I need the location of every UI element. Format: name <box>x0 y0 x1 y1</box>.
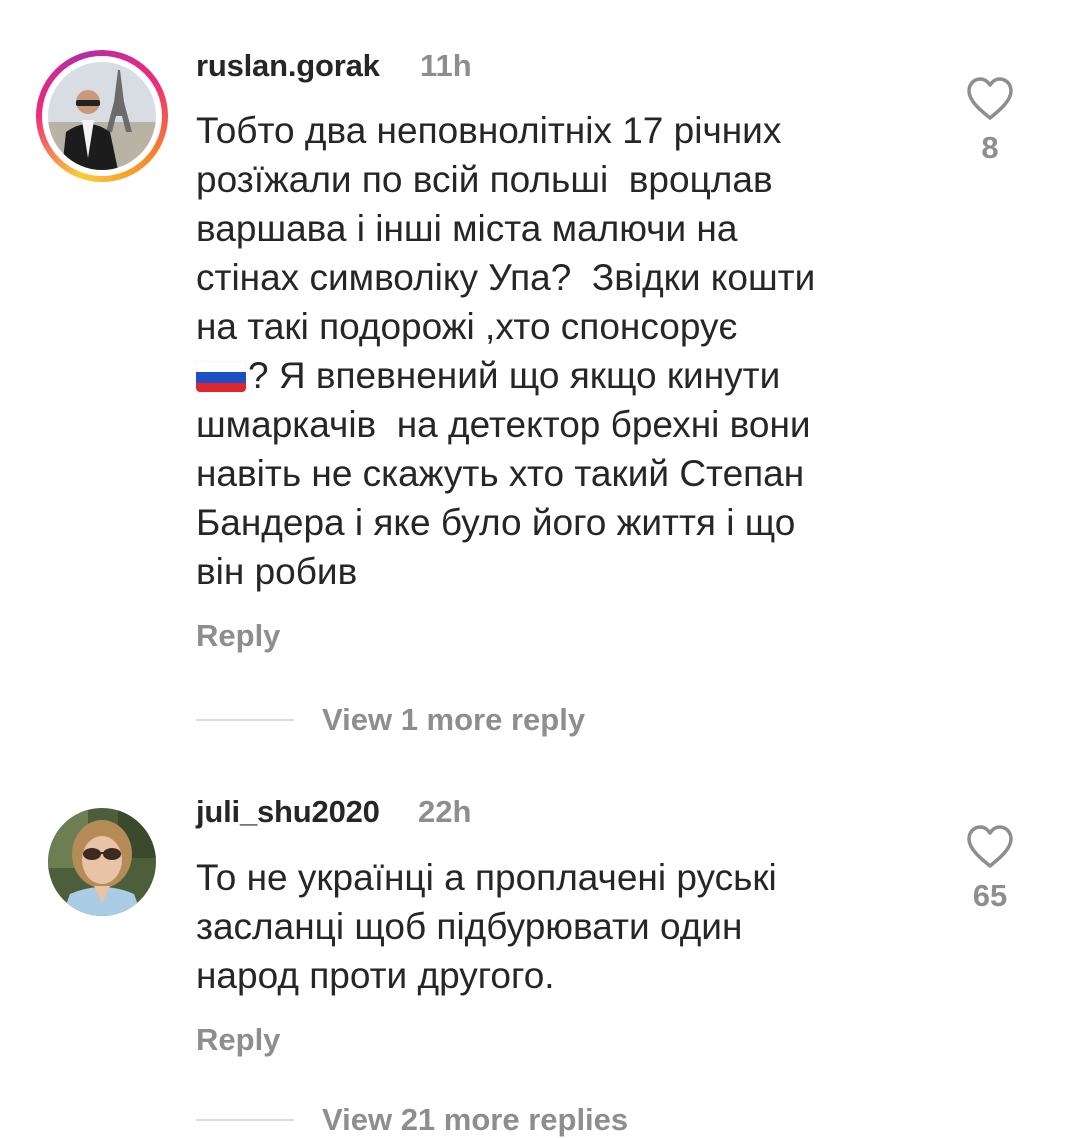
comment-text: Тобто два неповнолітніх 17 річних розїжа… <box>196 106 956 596</box>
reply-button[interactable]: Reply <box>196 1022 280 1058</box>
like-count: 65 <box>972 878 1008 913</box>
view-more-replies[interactable]: View 1 more reply <box>196 702 585 738</box>
comment-text-part: ? Я впевнений що якщо кинути шмаркачів н… <box>196 355 811 592</box>
comment-username[interactable]: juli_shu2020 <box>196 794 380 830</box>
comment-timestamp: 11h <box>420 48 472 83</box>
avatar-story-ring[interactable] <box>36 50 168 182</box>
like-control: 65 <box>960 824 1020 914</box>
comment-text: То не українці а проплачені руські засла… <box>196 857 777 996</box>
comment-text-part: Тобто два неповнолітніх 17 річних розїжа… <box>196 110 816 347</box>
replies-divider-line <box>196 1119 294 1121</box>
replies-divider-line <box>196 719 294 721</box>
russia-flag-emoji <box>196 358 246 392</box>
comment-timestamp: 22h <box>418 794 472 829</box>
avatar <box>48 62 156 170</box>
like-control: 8 <box>960 76 1020 166</box>
heart-outline-icon[interactable] <box>965 824 1015 870</box>
avatar[interactable] <box>48 808 156 916</box>
view-more-replies[interactable]: View 21 more replies <box>196 1102 628 1138</box>
view-more-replies-label[interactable]: View 21 more replies <box>322 1102 628 1138</box>
heart-outline-icon[interactable] <box>965 76 1015 122</box>
reply-button[interactable]: Reply <box>196 618 280 654</box>
view-more-replies-label[interactable]: View 1 more reply <box>322 702 585 738</box>
like-count: 8 <box>981 130 999 165</box>
comment-username[interactable]: ruslan.gorak <box>196 48 380 84</box>
